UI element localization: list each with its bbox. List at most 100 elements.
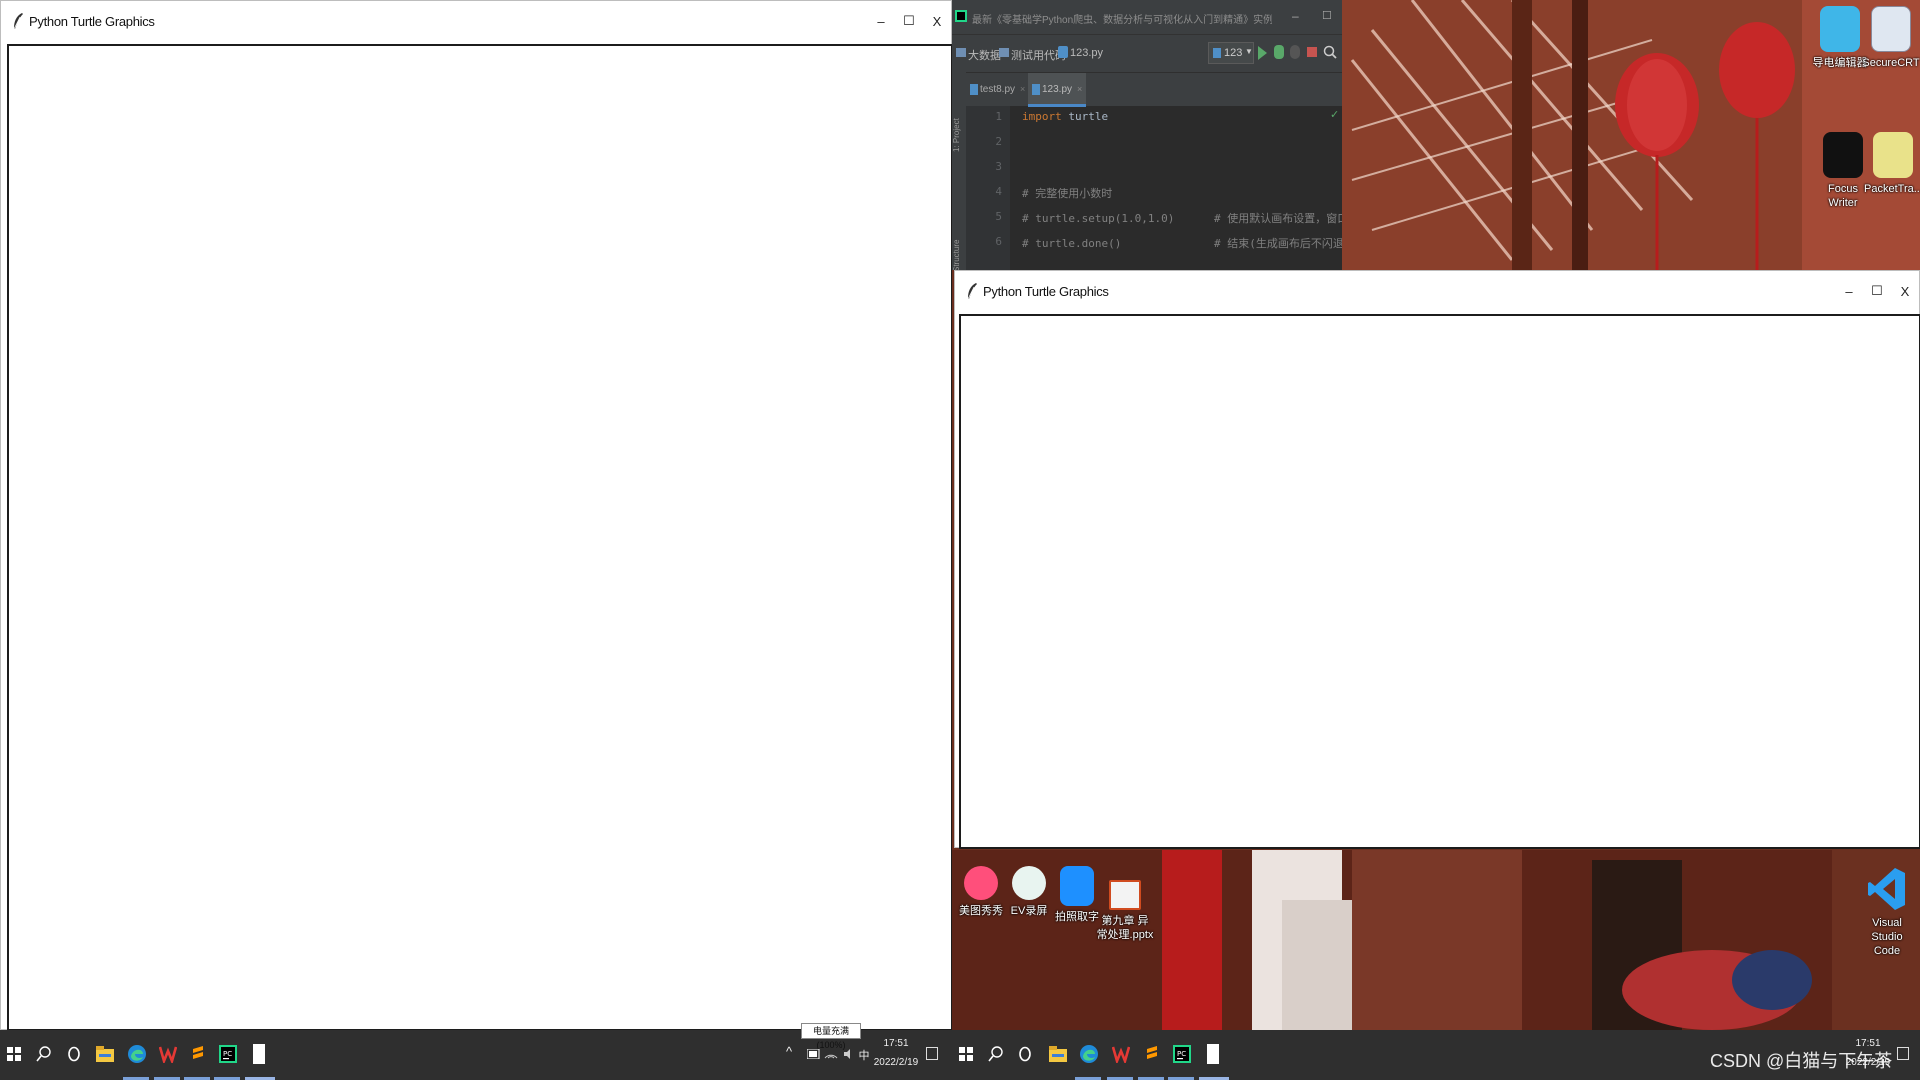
- tab-123[interactable]: 123.py ×: [1028, 73, 1086, 107]
- close-button[interactable]: X: [1891, 271, 1919, 311]
- right-screen: 最新《零基础学Python爬虫、数据分析与可视化从入门到精通》实例文件（第1版第…: [952, 0, 1920, 1080]
- code-text: # turtle.setup(1.0,1.0) # 使用默认画布设置，窗口占据整…: [1022, 212, 1342, 225]
- code-line[interactable]: 5 # turtle.setup(1.0,1.0) # 使用默认画布设置，窗口占据…: [952, 210, 1342, 235]
- csdn-watermark: CSDN @白猫与下午茶: [1710, 1051, 1893, 1071]
- code-line[interactable]: 1 import turtle: [952, 110, 1342, 135]
- window-title: Python Turtle Graphics: [29, 13, 155, 29]
- desktop-icon[interactable]: Visual Studio Code: [1858, 866, 1916, 958]
- turtle-titlebar-right[interactable]: Python Turtle Graphics – ☐ X: [955, 271, 1919, 311]
- python-file-icon: [1032, 84, 1040, 95]
- code-line[interactable]: 4 # 完整使用小数时: [952, 185, 1342, 210]
- ime-indicator[interactable]: 中: [857, 1047, 871, 1063]
- ide-maximize-button[interactable]: ☐: [1322, 9, 1332, 22]
- pycharm-icon[interactable]: PC: [1168, 1039, 1196, 1069]
- code-line[interactable]: 3: [952, 160, 1342, 185]
- turtle-app-icon[interactable]: [1199, 1039, 1227, 1069]
- code-line[interactable]: 6 # turtle.done() # 结束(生成画布后不闪退): [952, 235, 1342, 260]
- turtle-window-left: Python Turtle Graphics – ☐ X: [0, 0, 953, 1031]
- breadcrumb-item[interactable]: 123.py: [1070, 47, 1103, 59]
- desktop-icon[interactable]: 导电编辑器: [1811, 6, 1869, 70]
- edge-icon[interactable]: [123, 1039, 151, 1069]
- ide-tabbar: test8.py × 123.py ×: [952, 72, 1342, 107]
- sublime-icon[interactable]: [184, 1039, 212, 1069]
- ocr-app-icon: [1060, 866, 1094, 906]
- maximize-button[interactable]: ☐: [1863, 271, 1891, 311]
- ide-titlebar[interactable]: 最新《零基础学Python爬虫、数据分析与可视化从入门到精通》实例文件（第1版第…: [952, 0, 1342, 34]
- desktop-icon[interactable]: 第九章 异常处理.pptx: [1096, 880, 1154, 942]
- check-icon: ✓: [1330, 109, 1340, 121]
- turtle-canvas-right[interactable]: [959, 314, 1920, 849]
- code-text: import turtle: [1022, 110, 1109, 123]
- code-editor[interactable]: 1 import turtle 2 3 4 # 完整使用小数时 5 # turtle.setu…: [952, 106, 1342, 270]
- notification-icon[interactable]: [918, 1039, 946, 1069]
- python-file-icon: [1058, 46, 1068, 58]
- taskbar-right: PC 17:51 2022/2/19 CSDN @白猫与下午茶: [952, 1030, 1920, 1080]
- close-button[interactable]: X: [923, 1, 951, 41]
- meitu-icon: [964, 866, 998, 900]
- python-file-icon: [970, 84, 978, 95]
- run-config-select[interactable]: 123 ▼: [1208, 42, 1254, 64]
- pycharm-small-icon: [955, 10, 967, 22]
- cortana-icon[interactable]: [1011, 1039, 1039, 1069]
- clock-date[interactable]: 2022/2/19: [872, 1057, 920, 1068]
- line-number: 3: [995, 160, 1002, 173]
- ide-minimize-button[interactable]: –: [1292, 9, 1299, 23]
- file-explorer-icon[interactable]: [1044, 1039, 1072, 1069]
- svg-text:PC: PC: [223, 1050, 232, 1058]
- close-icon[interactable]: ×: [1020, 84, 1025, 94]
- pycharm-icon[interactable]: PC: [214, 1039, 242, 1069]
- folder-icon: [956, 48, 966, 57]
- desktop-icon-label: PacketTra...: [1864, 183, 1920, 195]
- close-icon[interactable]: ×: [1077, 84, 1082, 94]
- windows-start-icon[interactable]: [0, 1039, 28, 1069]
- ev-recorder-icon: [1012, 866, 1046, 900]
- windows-start-icon[interactable]: [952, 1039, 980, 1069]
- clock-time[interactable]: 17:51: [874, 1038, 918, 1049]
- feather-icon: [13, 13, 23, 30]
- notification-icon[interactable]: [1889, 1039, 1917, 1069]
- line-number: 4: [995, 185, 1002, 198]
- coverage-icon[interactable]: [1290, 45, 1300, 59]
- code-text: # 完整使用小数时: [1022, 187, 1113, 200]
- search-icon[interactable]: [30, 1039, 58, 1069]
- packettracer-icon: [1873, 132, 1913, 178]
- sublime-icon[interactable]: [1138, 1039, 1166, 1069]
- stop-icon[interactable]: [1307, 47, 1317, 57]
- run-config-label: 123: [1224, 47, 1243, 59]
- code-line[interactable]: 2: [952, 135, 1342, 160]
- search-icon[interactable]: [1323, 45, 1337, 59]
- breadcrumb-item[interactable]: 大数据: [968, 47, 1001, 63]
- line-number: 1: [995, 110, 1002, 123]
- tray-caret-icon[interactable]: ^: [782, 1044, 796, 1059]
- rerun-icon[interactable]: [1258, 46, 1267, 60]
- left-screen: Python Turtle Graphics – ☐ X PC 电量充满(100…: [0, 0, 953, 1080]
- wps-icon[interactable]: [154, 1039, 182, 1069]
- wps-icon[interactable]: [1107, 1039, 1135, 1069]
- minimize-button[interactable]: –: [1835, 271, 1863, 311]
- vscode-icon: [1867, 866, 1907, 912]
- line-number: 5: [995, 210, 1002, 223]
- turtle-app-icon[interactable]: [245, 1039, 273, 1069]
- desktop-icon-label: 第九章 异常处理.pptx: [1096, 915, 1154, 941]
- ide-title-text: 最新《零基础学Python爬虫、数据分析与可视化从入门到精通》实例文件（第1版第…: [972, 15, 1272, 26]
- desktop-icon-label: SecureCRT: [1862, 57, 1920, 69]
- maximize-button[interactable]: ☐: [895, 1, 923, 41]
- file-explorer-icon[interactable]: [91, 1039, 119, 1069]
- debug-icon[interactable]: [1274, 45, 1284, 59]
- window-title: Python Turtle Graphics: [983, 283, 1109, 299]
- edge-icon[interactable]: [1075, 1039, 1103, 1069]
- minimize-button[interactable]: –: [867, 1, 895, 41]
- cortana-icon[interactable]: [60, 1039, 88, 1069]
- feather-icon: [967, 283, 977, 300]
- svg-text:PC: PC: [1177, 1050, 1186, 1058]
- desktop-icon[interactable]: PacketTra...: [1864, 132, 1920, 196]
- tab-label: 123.py: [1042, 84, 1073, 95]
- python-file-icon: [1213, 48, 1221, 58]
- desktop-icon[interactable]: SecureCRT: [1862, 6, 1920, 70]
- turtle-canvas-left[interactable]: [7, 44, 953, 1031]
- tab-test8[interactable]: test8.py ×: [968, 73, 1026, 107]
- turtle-titlebar-left[interactable]: Python Turtle Graphics – ☐ X: [1, 1, 951, 41]
- turtle-window-right: Python Turtle Graphics – ☐ X: [954, 270, 1920, 849]
- search-icon[interactable]: [982, 1039, 1010, 1069]
- desktop-icon-label: 导电编辑器: [1812, 57, 1868, 69]
